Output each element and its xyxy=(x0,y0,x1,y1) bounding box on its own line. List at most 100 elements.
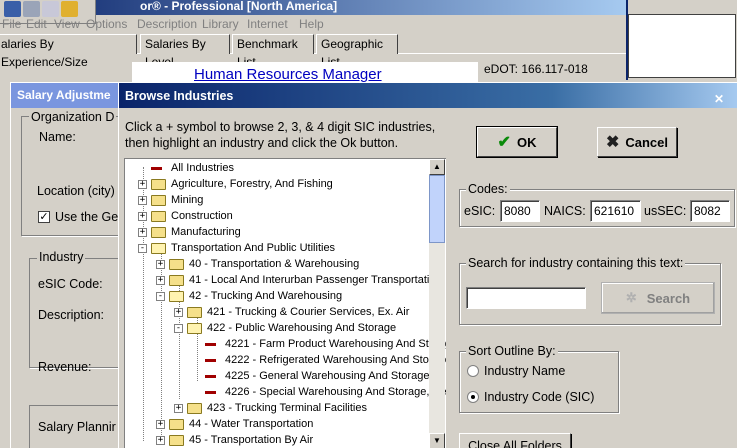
instructions-line-2: then highlight an industry and click the… xyxy=(125,136,399,150)
sort-by-name-radio[interactable] xyxy=(467,365,479,377)
right-panel xyxy=(628,14,736,78)
expand-icon[interactable]: + xyxy=(138,180,147,189)
save-icon[interactable] xyxy=(4,1,21,17)
tree-item-label: 421 - Trucking & Courier Services, Ex. A… xyxy=(207,306,410,318)
tree-item[interactable]: + Construction xyxy=(125,209,445,225)
expand-icon[interactable]: + xyxy=(156,436,165,445)
print-icon[interactable] xyxy=(23,1,40,17)
tree-item[interactable]: +41 - Local And Interurban Passenger Tra… xyxy=(125,273,445,289)
esic-field[interactable]: 8080 xyxy=(500,200,540,222)
sort-by-name-label[interactable]: Industry Name xyxy=(484,364,565,378)
folder-icon xyxy=(151,211,166,222)
job-title[interactable]: Human Resources Manager xyxy=(194,66,382,83)
expand-icon[interactable]: + xyxy=(174,308,183,317)
folder-open-icon xyxy=(151,243,166,254)
tree-scrollbar[interactable]: ▲ ▼ xyxy=(429,159,445,448)
folder-icon xyxy=(169,419,184,430)
industry-leaf-icon xyxy=(151,167,162,170)
tree-item[interactable]: +44 - Water Transportation xyxy=(125,417,445,433)
tree-item[interactable]: - Transportation And Public Utilities xyxy=(125,241,445,257)
expand-icon[interactable]: + xyxy=(174,404,183,413)
tree-item[interactable]: + Mining xyxy=(125,193,445,209)
tree-item-label: Construction xyxy=(171,210,233,222)
scroll-down-icon[interactable]: ▼ xyxy=(429,433,445,448)
close-all-folders-button[interactable]: Close All Folders xyxy=(459,433,571,448)
tree-item[interactable]: +40 - Transportation & Warehousing xyxy=(125,257,445,273)
esic-label: eSIC: xyxy=(464,204,496,218)
scroll-up-icon[interactable]: ▲ xyxy=(429,159,445,175)
naics-field[interactable]: 621610 xyxy=(590,200,641,222)
email-icon[interactable] xyxy=(42,1,59,17)
expand-icon[interactable]: + xyxy=(156,420,165,429)
report-icon[interactable] xyxy=(61,1,78,17)
tab-geographic-list[interactable]: Geographic List xyxy=(316,34,398,69)
name-label: Name: xyxy=(39,130,76,144)
ok-button[interactable]: ✔ OK xyxy=(476,126,558,158)
collapse-icon[interactable]: - xyxy=(174,324,183,333)
industry-leaf-icon xyxy=(205,375,216,378)
menu-edit[interactable]: Edit xyxy=(26,17,47,31)
tree-item-label: Mining xyxy=(171,194,204,206)
menu-file[interactable]: File xyxy=(2,17,21,31)
expand-icon[interactable]: + xyxy=(138,228,147,237)
tree-item[interactable]: 4222 - Refrigerated Warehousing And Stor… xyxy=(125,353,446,369)
tree-item-label: 44 - Water Transportation xyxy=(189,418,314,430)
cancel-button[interactable]: ✖ Cancel xyxy=(597,127,677,157)
scroll-thumb[interactable] xyxy=(429,175,445,243)
menu-library[interactable]: Library xyxy=(202,17,239,31)
revenue-label: Revenue: xyxy=(38,360,92,374)
instructions-line-1: Click a + symbol to browse 2, 3, & 4 dig… xyxy=(125,120,436,134)
esic-code-label: eSIC Code: xyxy=(38,277,103,291)
menu-help[interactable]: Help xyxy=(299,17,324,31)
tree-item[interactable]: + Agriculture, Forestry, And Fishing xyxy=(125,177,445,193)
browse-industries-dialog: Browse Industries ✕ Click a + symbol to … xyxy=(118,82,737,448)
menu-description[interactable]: Description xyxy=(137,17,197,31)
search-input[interactable] xyxy=(466,287,586,309)
edot-code: eDOT: 166.117-018 xyxy=(484,62,588,76)
industry-tree[interactable]: All Industries + Agriculture, Forestry, An… xyxy=(124,158,446,448)
tab-benchmark-list[interactable]: Benchmark List xyxy=(232,34,314,69)
tree-item[interactable]: 4225 - General Warehousing And Storage xyxy=(125,369,445,385)
browse-title-bar: Browse Industries ✕ xyxy=(119,83,737,108)
tree-item[interactable]: 4221 - Farm Product Warehousing And Stor… xyxy=(125,337,446,353)
tree-item[interactable]: - 42 - Trucking And Warehousing xyxy=(125,289,445,305)
expand-icon[interactable]: + xyxy=(138,212,147,221)
search-button-label: Search xyxy=(646,290,691,306)
expand-icon[interactable]: + xyxy=(138,196,147,205)
organization-label: Organization D xyxy=(29,110,117,124)
tab-salaries-by-experience[interactable]: alaries By Experience/Size xyxy=(0,34,137,69)
folder-open-icon xyxy=(187,323,202,334)
tree-item[interactable]: + Manufacturing xyxy=(125,225,445,241)
tree-item[interactable]: All Industries xyxy=(125,161,445,177)
tab-salaries-by-level[interactable]: Salaries By Level xyxy=(140,34,230,69)
sort-by-code-radio[interactable] xyxy=(467,391,479,403)
expand-icon[interactable]: + xyxy=(156,260,165,269)
ussec-field[interactable]: 8082 xyxy=(690,200,730,222)
expand-icon[interactable]: + xyxy=(156,276,165,285)
sort-group-title: Sort Outline By: xyxy=(466,344,558,358)
menu-options[interactable]: Options xyxy=(86,17,127,31)
use-geo-checkbox[interactable]: ✓ xyxy=(38,211,50,223)
menu-view[interactable]: View xyxy=(54,17,80,31)
tree-item[interactable]: - 422 - Public Warehousing And Storage xyxy=(125,321,445,337)
industry-leaf-icon xyxy=(205,343,216,346)
folder-icon xyxy=(187,403,202,414)
tree-item-label: 4226 - Special Warehousing And Storage, … xyxy=(225,386,446,398)
tree-item-label: Manufacturing xyxy=(171,226,241,238)
search-button[interactable]: ✲ Search xyxy=(601,282,715,314)
browse-title: Browse Industries xyxy=(125,89,234,103)
menu-internet[interactable]: Internet xyxy=(247,17,288,31)
menu-bar: File Edit View Options Description Libra… xyxy=(0,16,626,32)
folder-icon xyxy=(151,179,166,190)
collapse-icon[interactable]: - xyxy=(138,244,147,253)
tree-item-label: All Industries xyxy=(171,162,234,174)
tree-item[interactable]: +423 - Trucking Terminal Facilities xyxy=(125,401,445,417)
industry-label: Industry xyxy=(37,250,86,264)
tree-item[interactable]: 4226 - Special Warehousing And Storage, … xyxy=(125,385,446,401)
close-icon[interactable]: ✕ xyxy=(714,86,724,112)
sort-by-code-label[interactable]: Industry Code (SIC) xyxy=(484,390,594,404)
collapse-icon[interactable]: - xyxy=(156,292,165,301)
app-title: or® - Professional [North America] xyxy=(140,0,338,13)
tree-item[interactable]: +421 - Trucking & Courier Services, Ex. … xyxy=(125,305,445,321)
tree-item[interactable]: +45 - Transportation By Air xyxy=(125,433,445,448)
